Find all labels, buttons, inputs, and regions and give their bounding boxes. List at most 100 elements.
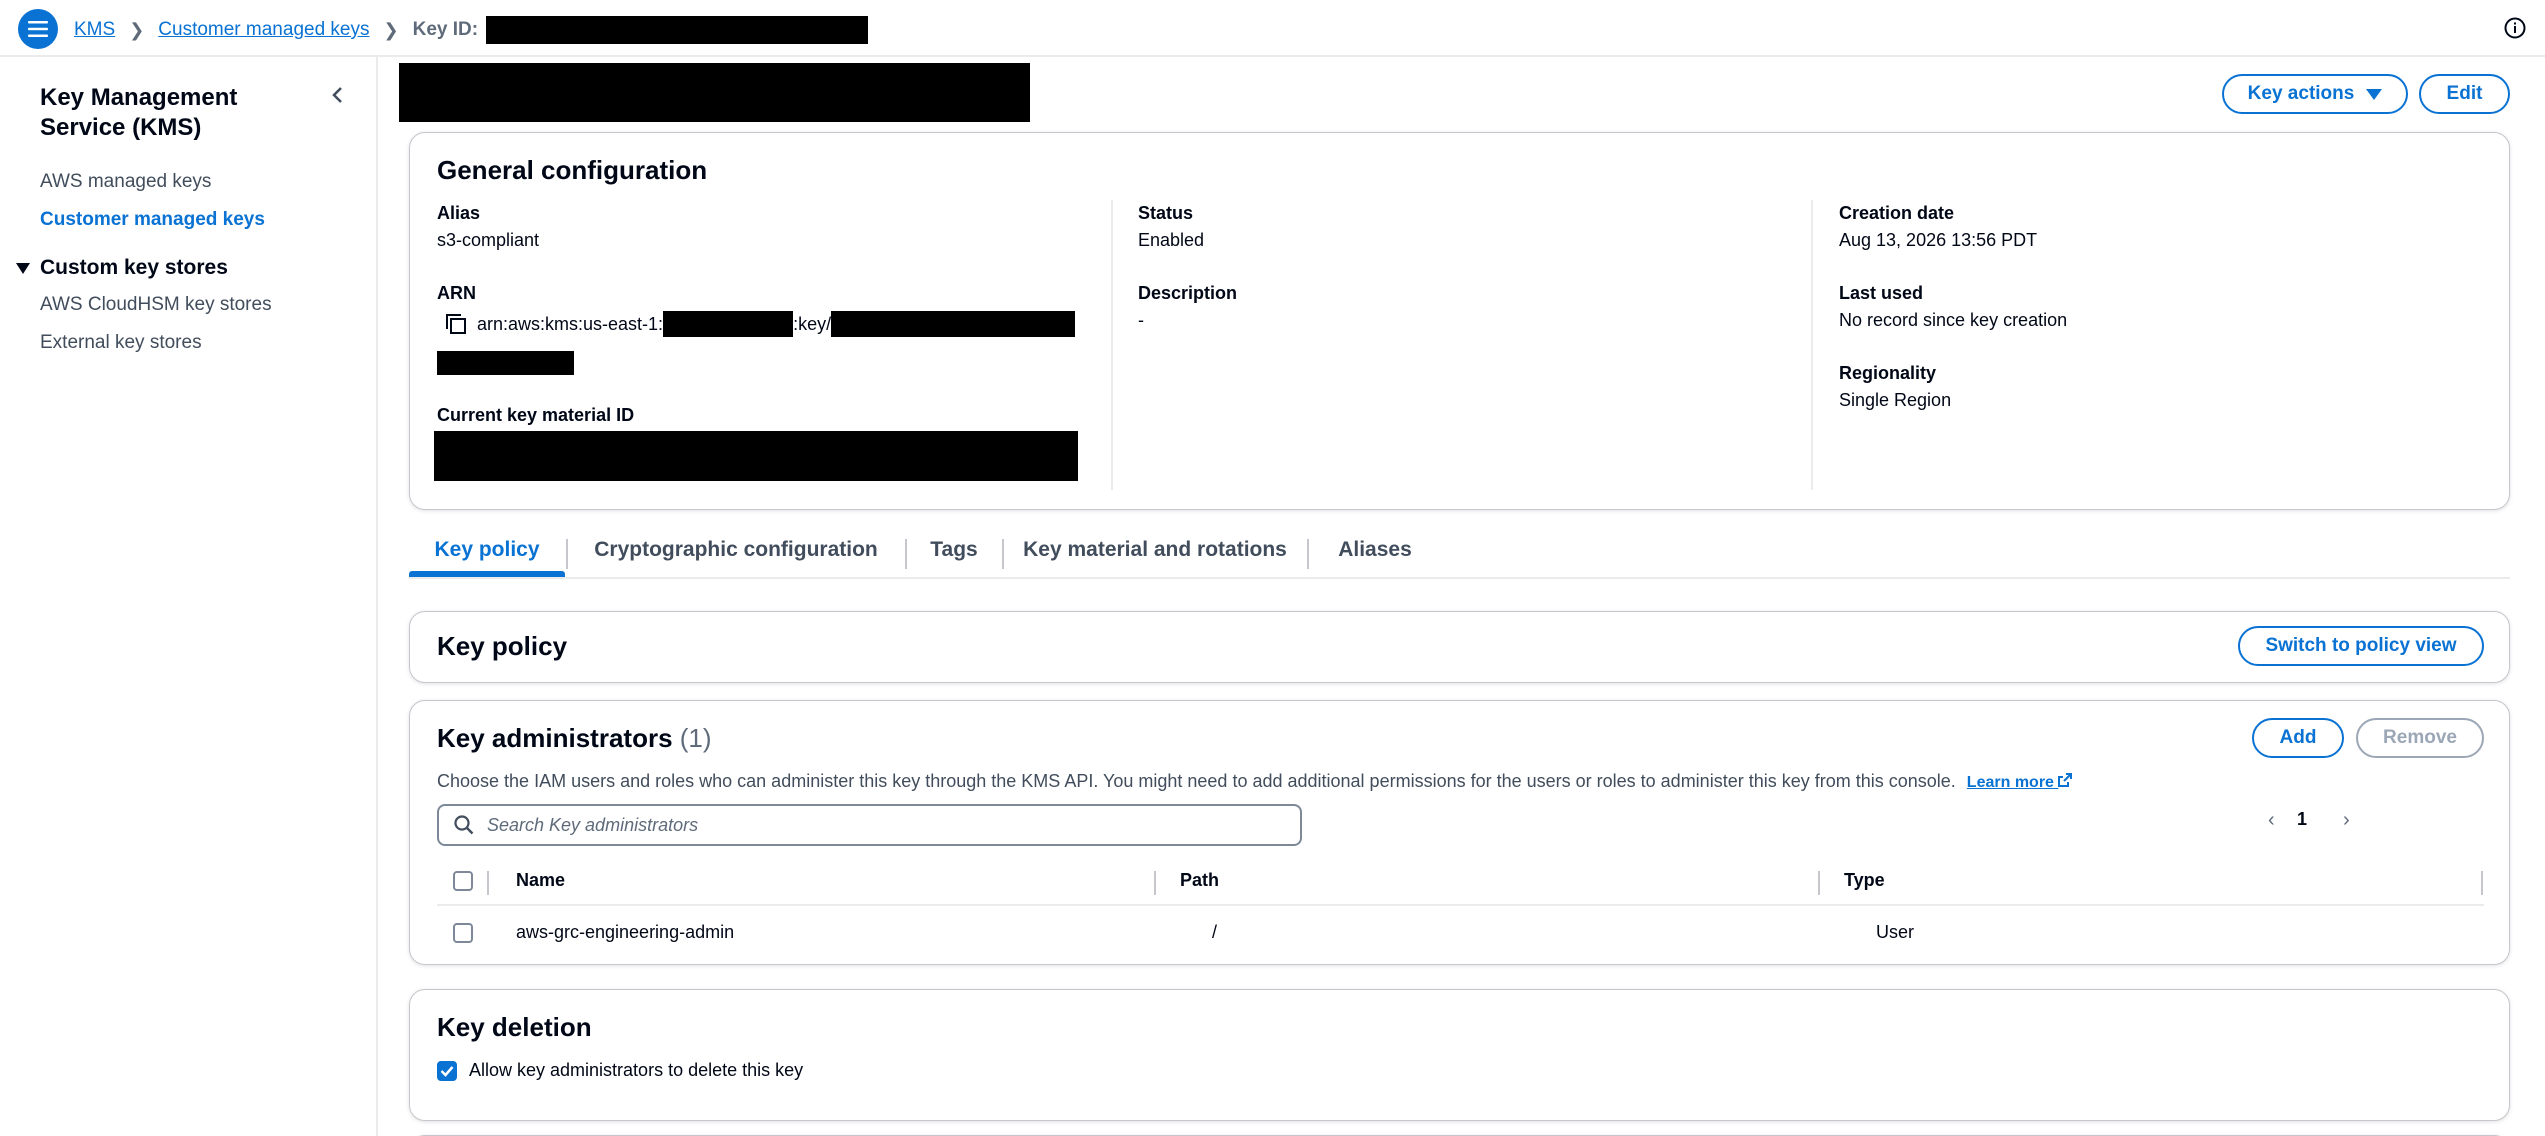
description-value: -	[1138, 310, 1144, 330]
description-label: Description	[1138, 283, 1238, 303]
key-administrators-title: Key administrators (1)	[437, 723, 712, 754]
active-tab-indicator	[409, 571, 565, 577]
menu-button[interactable]	[18, 9, 58, 49]
key-actions-button[interactable]: Key actions	[2222, 74, 2408, 114]
arn-prefix: arn:aws:kms:us-east-1:	[477, 313, 664, 334]
select-all-checkbox[interactable]	[453, 871, 473, 891]
column-separator	[487, 871, 489, 895]
tab-key-material-and-rotations[interactable]: Key material and rotations	[1005, 523, 1305, 577]
redacted-account-id	[663, 311, 794, 337]
tab-separator	[566, 539, 568, 569]
key-administrators-count: (1)	[679, 723, 712, 753]
key-policy-card: Key policy Switch to policy view	[409, 611, 2510, 683]
main-content: Key actions Edit General configuration A…	[380, 57, 2545, 1136]
admin-type-cell: User	[1876, 922, 1915, 942]
learn-more-label: Learn more	[1966, 774, 2054, 791]
arn-value: arn:aws:kms:us-east-1: :key/	[437, 311, 1076, 337]
admin-path-cell: /	[1212, 922, 1218, 942]
tab-key-policy[interactable]: Key policy	[409, 523, 565, 577]
key-administrators-card: Key administrators (1) Add Remove Choose…	[409, 700, 2510, 965]
arn-label: ARN	[437, 283, 476, 303]
external-link-icon	[2058, 773, 2073, 787]
caret-down-icon	[2366, 88, 2383, 100]
redacted-page-title	[399, 63, 1030, 122]
sidebar-item-aws-managed-keys[interactable]: AWS managed keys	[40, 171, 211, 193]
remove-button: Remove	[2356, 718, 2484, 758]
regionality-label: Regionality	[1839, 363, 1937, 383]
add-button[interactable]: Add	[2252, 718, 2344, 758]
breadcrumb: KMS ❯ Customer managed keys ❯ Key ID:	[74, 16, 869, 44]
breadcrumb-current: Key ID:	[412, 19, 479, 40]
last-used-label: Last used	[1839, 283, 1924, 303]
table-header-divider	[437, 904, 2484, 906]
previous-page-icon[interactable]: ‹	[2268, 809, 2288, 833]
key-administrators-description: Choose the IAM users and roles who can a…	[437, 771, 2073, 792]
breadcrumb-kms-link[interactable]: KMS	[74, 19, 115, 41]
tab-separator	[905, 539, 907, 569]
redacted-key-material-id	[434, 431, 1078, 481]
status-value: Enabled	[1138, 230, 1205, 250]
copy-icon[interactable]	[443, 311, 469, 337]
key-material-label: Current key material ID	[437, 405, 635, 425]
sidebar-section-label: Custom key stores	[40, 256, 228, 279]
redacted-key-id	[486, 16, 869, 44]
creation-date-value: Aug 13, 2026 13:56 PDT	[1839, 230, 2038, 250]
tab-cryptographic-configuration[interactable]: Cryptographic configuration	[569, 523, 903, 577]
side-navigation: Key Management Service (KMS) AWS managed…	[0, 57, 378, 1136]
chevron-right-icon: ❯	[129, 19, 145, 40]
tab-tags[interactable]: Tags	[908, 523, 1000, 577]
sidebar-section-custom-key-stores[interactable]: Custom key stores	[16, 256, 228, 280]
column-divider	[1111, 200, 1113, 490]
key-deletion-title: Key deletion	[437, 1012, 592, 1042]
top-navigation-bar: KMS ❯ Customer managed keys ❯ Key ID:	[0, 0, 2545, 57]
alias-value: s3-compliant	[437, 230, 540, 250]
general-configuration-title: General configuration	[437, 155, 708, 185]
edit-button[interactable]: Edit	[2419, 74, 2510, 114]
redacted-key-uuid-continued	[437, 351, 574, 375]
sidebar-item-cloudhsm-key-stores[interactable]: AWS CloudHSM key stores	[40, 294, 272, 316]
search-key-administrators-field[interactable]	[437, 804, 1302, 846]
tab-bar: Key policy Cryptographic configuration T…	[409, 523, 2510, 579]
arn-key-separator: :key/	[793, 313, 832, 334]
chevron-left-icon[interactable]	[328, 85, 348, 105]
key-policy-title: Key policy	[437, 631, 568, 661]
row-select-checkbox[interactable]	[453, 923, 473, 943]
key-administrators-title-text: Key administrators	[437, 723, 673, 753]
search-key-administrators-input[interactable]	[487, 807, 1287, 843]
column-header-name[interactable]: Name	[516, 870, 565, 891]
column-header-path[interactable]: Path	[1180, 870, 1219, 891]
key-actions-label: Key actions	[2247, 83, 2355, 104]
admin-name-cell: aws-grc-engineering-admin	[516, 922, 735, 942]
checkmark-icon	[440, 1065, 454, 1077]
column-header-type[interactable]: Type	[1844, 870, 1885, 891]
current-page-number[interactable]: 1	[2297, 809, 2307, 830]
sidebar-item-external-key-stores[interactable]: External key stores	[40, 332, 202, 354]
description-text: Choose the IAM users and roles who can a…	[437, 771, 1956, 791]
switch-to-policy-view-button[interactable]: Switch to policy view	[2238, 626, 2484, 666]
column-separator	[2481, 871, 2483, 895]
allow-deletion-label: Allow key administrators to delete this …	[469, 1060, 804, 1080]
info-icon[interactable]	[2503, 16, 2527, 40]
allow-deletion-checkbox[interactable]	[437, 1060, 457, 1081]
general-configuration-card: General configuration Alias s3-compliant…	[409, 132, 2510, 510]
alias-label: Alias	[437, 203, 481, 223]
hamburger-menu-icon	[28, 21, 48, 37]
next-page-icon[interactable]: ›	[2343, 809, 2363, 833]
key-deletion-card: Key deletion Allow key administrators to…	[409, 989, 2510, 1121]
breadcrumb-customer-managed-keys-link[interactable]: Customer managed keys	[158, 19, 369, 41]
regionality-value: Single Region	[1839, 390, 1952, 410]
status-label: Status	[1138, 203, 1194, 223]
creation-date-label: Creation date	[1839, 203, 1955, 223]
column-separator	[1154, 871, 1156, 895]
column-divider	[1811, 200, 1813, 490]
redacted-key-uuid	[831, 311, 1076, 337]
column-separator	[1818, 871, 1820, 895]
allow-deletion-option[interactable]: Allow key administrators to delete this …	[437, 1060, 803, 1081]
search-icon	[454, 815, 474, 835]
caret-down-icon	[16, 262, 30, 274]
learn-more-link[interactable]: Learn more	[1966, 773, 2073, 791]
sidebar-item-customer-managed-keys[interactable]: Customer managed keys	[40, 209, 265, 231]
tab-separator	[1002, 539, 1004, 569]
tab-aliases[interactable]: Aliases	[1310, 523, 1440, 577]
chevron-right-icon: ❯	[383, 19, 399, 40]
